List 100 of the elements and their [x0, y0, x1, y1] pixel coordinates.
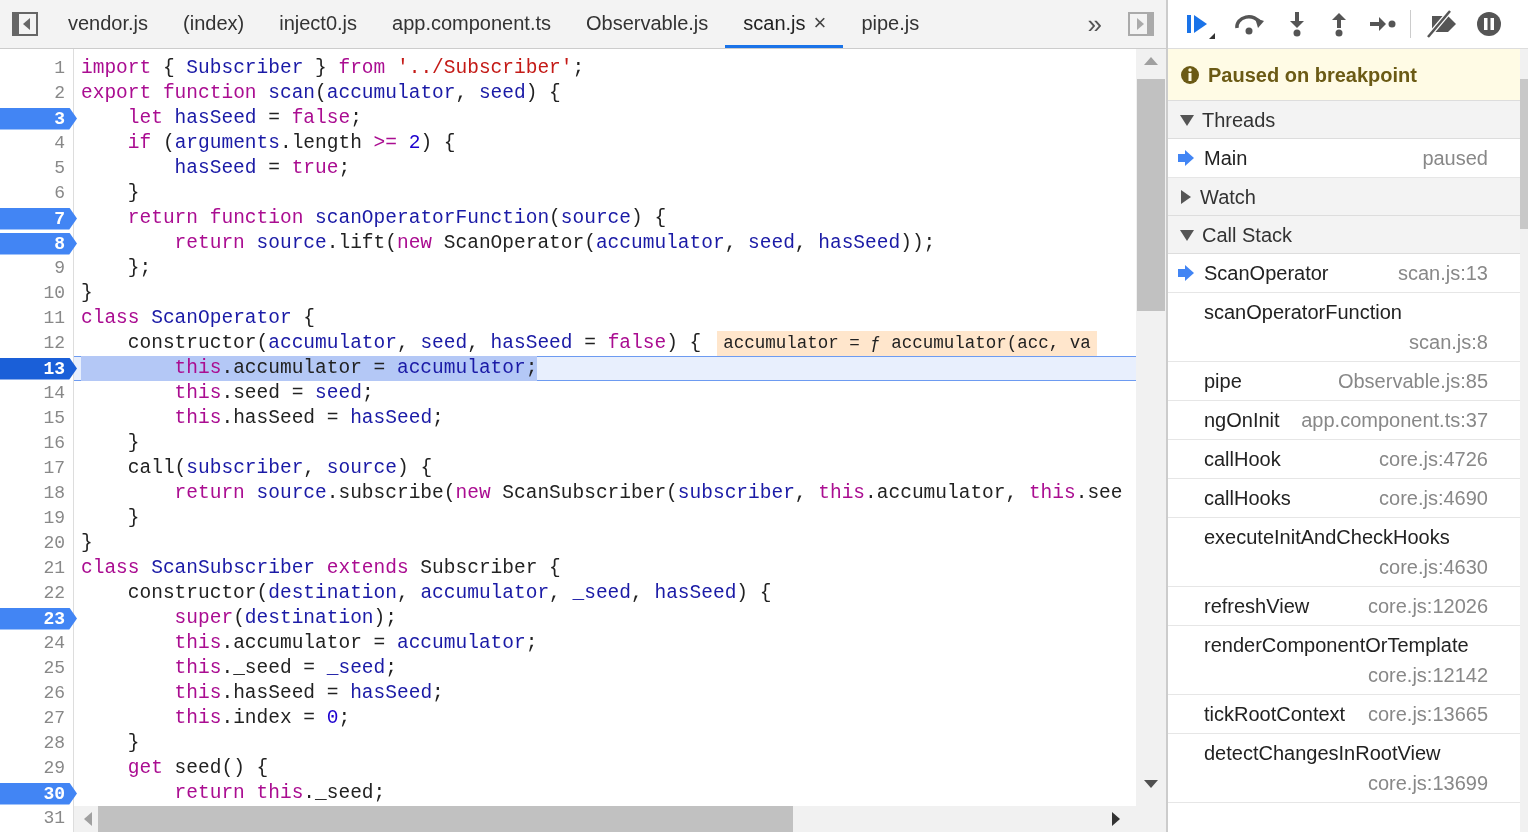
breakpoint-marker[interactable]: 30 [0, 782, 77, 805]
code-line: } [126, 181, 140, 206]
line-number[interactable]: 17 [43, 456, 73, 481]
line-number[interactable]: 21 [43, 556, 73, 581]
pause-icon [1476, 11, 1502, 37]
section-header[interactable]: Call Stack [1168, 216, 1520, 254]
code-line: this.accumulator = accumulator; [173, 631, 538, 656]
code-line: return function scanOperatorFunction(source) { [126, 206, 667, 231]
line-number[interactable]: 2 [54, 81, 73, 106]
frame-location: core.js:13699 [1366, 771, 1488, 796]
line-number[interactable]: 24 [43, 631, 73, 656]
line-number[interactable]: 16 [43, 431, 73, 456]
frame-location: core.js:12142 [1366, 663, 1488, 688]
breakpoint-marker[interactable]: 23 [0, 607, 77, 630]
file-tab[interactable]: scan.js × [725, 0, 844, 48]
line-number[interactable]: 14 [43, 381, 73, 406]
scroll-right-icon[interactable] [1112, 812, 1120, 826]
panel-toggle-icon [1128, 12, 1154, 36]
scrollbar-thumb[interactable] [1137, 79, 1165, 311]
frame-name: refreshView [1204, 594, 1310, 619]
line-number[interactable]: 19 [43, 506, 73, 531]
breakpoint-marker[interactable]: 13 [0, 357, 77, 380]
line-number[interactable]: 31 [43, 806, 73, 831]
frame-location: paused [1421, 146, 1488, 171]
line-number[interactable]: 1 [54, 56, 73, 81]
section-title: Call Stack [1202, 222, 1293, 248]
code-line: call(subscriber, source) { [126, 456, 433, 481]
code-line: } [81, 281, 93, 306]
line-number[interactable]: 10 [43, 281, 73, 306]
code-line: } [126, 506, 140, 531]
code-line: constructor(destination, accumulator, _seed, hasSeed) { [126, 581, 772, 606]
line-number[interactable]: 29 [43, 756, 73, 781]
line-number[interactable]: 4 [54, 131, 73, 156]
expanded-triangle-icon [1180, 228, 1194, 241]
frame-name: ScanOperator [1204, 261, 1329, 286]
code-line: get seed() { [126, 756, 269, 781]
line-number[interactable]: 25 [43, 656, 73, 681]
step-icon [1369, 15, 1397, 33]
frame-name: renderComponentOrTemplate [1204, 633, 1469, 658]
code-line: return this._seed; [173, 781, 386, 806]
file-tab[interactable]: vendor.js [50, 0, 166, 48]
frame-name: scanOperatorFunction [1204, 300, 1402, 325]
code-line: this.hasSeed = hasSeed; [173, 681, 444, 706]
file-tab[interactable]: app.component.ts [374, 0, 568, 48]
frame-name: pipe [1204, 369, 1242, 394]
line-number[interactable]: 27 [43, 706, 73, 731]
slashed-breakpoint-icon [1424, 10, 1458, 38]
line-number[interactable]: 18 [43, 481, 73, 506]
line-number[interactable]: 9 [54, 256, 73, 281]
code-line: } [81, 531, 93, 556]
code-line: class ScanSubscriber extends Subscriber { [81, 556, 561, 581]
file-tab[interactable]: inject0.js [261, 0, 374, 48]
code-line: }; [126, 256, 152, 281]
vertical-scrollbar[interactable] [1136, 49, 1166, 832]
frame-name: detectChangesInRootView [1204, 741, 1441, 766]
file-tab[interactable]: Observable.js [568, 0, 726, 48]
code-line: import { Subscriber } from '../Subscriber'; [81, 56, 585, 81]
file-tab[interactable]: (index) [165, 0, 262, 48]
breakpoint-marker[interactable]: 7 [0, 207, 77, 230]
line-number[interactable]: 12 [43, 331, 73, 356]
frame-location: core.js:12026 [1366, 594, 1488, 619]
line-number[interactable]: 5 [54, 156, 73, 181]
close-button[interactable]: × [813, 11, 827, 34]
frame-location: scan.js:8 [1408, 330, 1488, 355]
line-number[interactable]: 28 [43, 731, 73, 756]
section-title: Threads [1202, 107, 1276, 133]
section-header[interactable]: Threads [1168, 101, 1520, 139]
code-line: super(destination); [173, 606, 397, 631]
breakpoint-marker[interactable]: 3 [0, 107, 77, 130]
status-text: Paused on breakpoint [1208, 62, 1417, 88]
file-tab[interactable]: pipe.js [843, 0, 937, 48]
line-number[interactable]: 26 [43, 681, 73, 706]
code-line: class ScanOperator { [81, 306, 316, 331]
code-line: } [126, 731, 140, 756]
frame-name: Main [1204, 146, 1248, 171]
frame-location: Observable.js:85 [1336, 369, 1488, 394]
frame-name: tickRootContext [1204, 702, 1346, 727]
code-line: let hasSeed = false; [126, 106, 362, 131]
line-number[interactable]: 15 [43, 406, 73, 431]
frame-name: executeInitAndCheckHooks [1204, 525, 1450, 550]
code-line: this.index = 0; [173, 706, 351, 731]
code-line: this.seed = seed; [173, 381, 374, 406]
line-number[interactable]: 11 [43, 306, 73, 331]
line-number[interactable]: 20 [43, 531, 73, 556]
frame-location: core.js:4726 [1378, 447, 1488, 472]
horizontal-scrollbar[interactable] [74, 806, 1136, 832]
line-number[interactable]: 22 [43, 581, 73, 606]
expanded-triangle-icon [1180, 113, 1194, 126]
frame-location: scan.js:13 [1396, 261, 1488, 286]
scroll-down-icon[interactable] [1144, 780, 1158, 788]
section-header[interactable]: Watch [1168, 178, 1520, 216]
scrollbar-thumb[interactable] [98, 806, 793, 832]
code-line: } [126, 431, 140, 456]
line-number[interactable]: 6 [54, 181, 73, 206]
more-tabs-button[interactable]: » [1073, 0, 1116, 48]
breakpoint-marker[interactable]: 8 [0, 232, 77, 255]
code-line: export function scan(accumulator, seed) { [81, 81, 561, 106]
scrollbar[interactable] [1520, 49, 1528, 832]
code-line: if (arguments.length >= 2) { [126, 131, 456, 156]
inline-value: accumulator = ƒ accumulator(acc, va [717, 331, 1097, 356]
